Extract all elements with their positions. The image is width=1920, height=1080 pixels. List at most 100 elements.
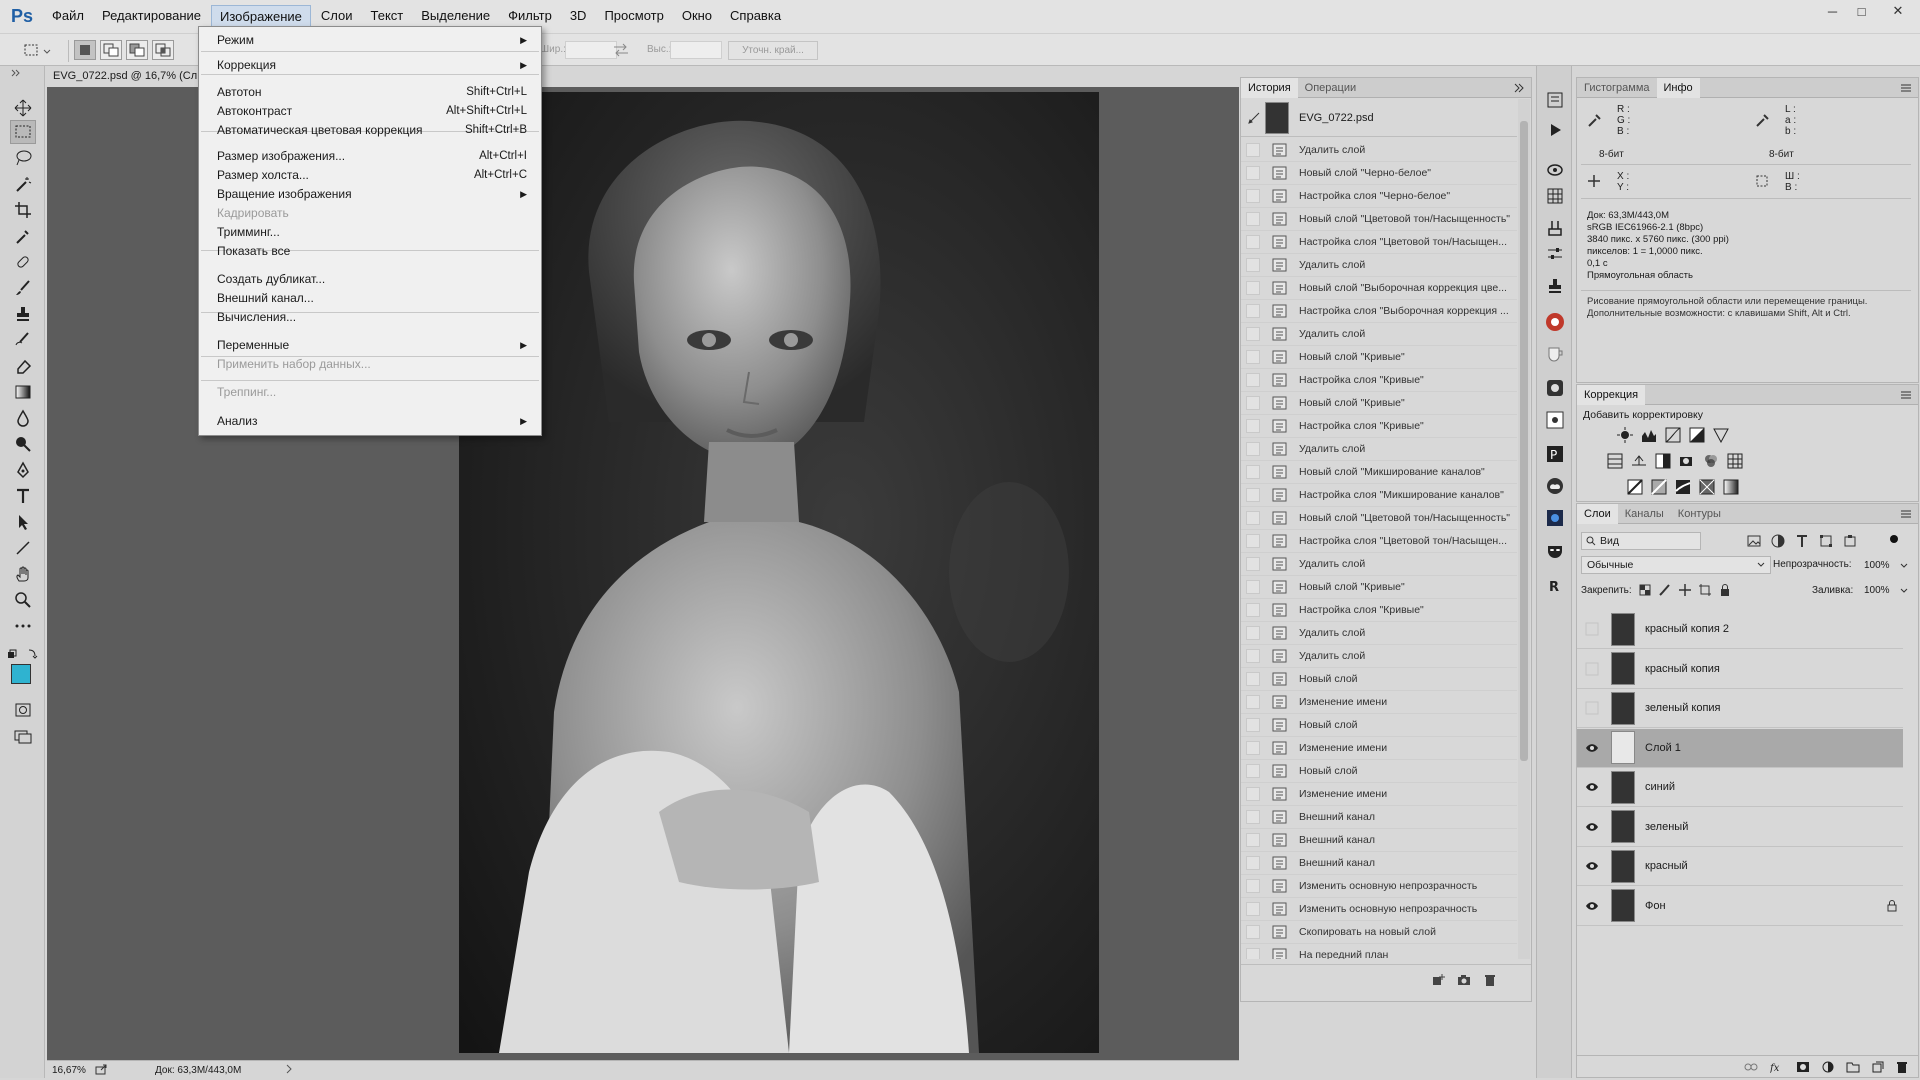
history-item[interactable]: Новый слой "Цветовой тон/Насыщенность" — [1241, 507, 1517, 530]
menu-view[interactable]: Просмотр — [596, 5, 671, 28]
history-item[interactable]: Настройка слоя "Цветовой тон/Насыщен... — [1241, 530, 1517, 553]
3d-panel-icon[interactable] — [1543, 158, 1567, 182]
history-item[interactable]: Удалить слой — [1241, 139, 1517, 162]
history-snapshot[interactable]: EVG_0722.psd — [1241, 99, 1517, 137]
trash-icon[interactable] — [1483, 973, 1497, 987]
lock-transparency-icon[interactable] — [1639, 584, 1651, 596]
color-lookup-icon[interactable] — [1727, 453, 1743, 469]
layer-row[interactable]: синий — [1577, 768, 1903, 807]
layer-name[interactable]: Слой 1 — [1645, 742, 1681, 754]
history-item[interactable]: Внешний канал — [1241, 852, 1517, 875]
exposure-icon[interactable] — [1689, 427, 1705, 443]
menu-type[interactable]: Текст — [363, 5, 412, 28]
history-source-checkbox[interactable] — [1246, 258, 1260, 272]
panel-menu-icon[interactable] — [1900, 390, 1912, 400]
menu-item-7[interactable]: Вращение изображения ▶ — [217, 185, 527, 203]
zoom-tool-icon[interactable] — [10, 588, 36, 612]
panel-menu-icon[interactable] — [1900, 83, 1912, 93]
history-source-checkbox[interactable] — [1246, 396, 1260, 410]
type-tool-icon[interactable] — [10, 484, 36, 508]
menu-layer[interactable]: Слои — [313, 5, 361, 28]
layer-name[interactable]: зеленый копия — [1645, 702, 1721, 714]
history-source-checkbox[interactable] — [1246, 465, 1260, 479]
type-filter-icon[interactable] — [1795, 534, 1809, 548]
history-item[interactable]: Новый слой — [1241, 760, 1517, 783]
layer-row[interactable]: красный копия 2 — [1577, 610, 1903, 649]
history-source-checkbox[interactable] — [1246, 442, 1260, 456]
history-source-checkbox[interactable] — [1246, 373, 1260, 387]
rgb-eyedropper-icon[interactable] — [1587, 112, 1603, 128]
fill-field[interactable]: 100% — [1860, 582, 1912, 599]
visibility-eye-icon[interactable] — [1581, 855, 1603, 877]
healing-brush-tool-icon[interactable] — [10, 250, 36, 274]
swatches-grid-icon[interactable] — [1543, 184, 1567, 208]
tab-histogram[interactable]: Гистограмма — [1577, 78, 1657, 98]
visibility-empty-icon[interactable] — [1581, 697, 1603, 719]
history-source-checkbox[interactable] — [1246, 189, 1260, 203]
plugin-film-icon[interactable]: P — [1543, 442, 1567, 466]
threshold-icon[interactable] — [1675, 479, 1691, 495]
brush-presets-icon[interactable] — [1543, 216, 1567, 240]
menu-window[interactable]: Окно — [674, 5, 720, 28]
camera-snapshot-icon[interactable] — [1457, 973, 1471, 987]
history-source-checkbox[interactable] — [1246, 419, 1260, 433]
history-item[interactable]: Новый слой — [1241, 668, 1517, 691]
layer-row[interactable]: красный — [1577, 847, 1903, 886]
menu-item-2[interactable]: Автотон Shift+Ctrl+L — [217, 83, 527, 101]
history-item[interactable]: Удалить слой — [1241, 553, 1517, 576]
tab-actions[interactable]: Операции — [1298, 78, 1363, 98]
history-source-checkbox[interactable] — [1246, 695, 1260, 709]
marquee-preset-icon[interactable] — [22, 42, 54, 60]
invert-icon[interactable] — [1627, 479, 1643, 495]
width-field[interactable] — [565, 41, 617, 59]
menu-item-11[interactable]: Создать дубликат... — [217, 270, 527, 288]
menu-item-4[interactable]: Автоматическая цветовая коррекция Shift+C… — [217, 121, 527, 139]
history-item[interactable]: Новый слой "Выборочная коррекция цве... — [1241, 277, 1517, 300]
history-source-checkbox[interactable] — [1246, 350, 1260, 364]
curves-icon[interactable] — [1665, 427, 1681, 443]
blend-mode-select[interactable]: Обычные — [1581, 556, 1771, 574]
history-source-checkbox[interactable] — [1246, 879, 1260, 893]
lasso-tool-icon[interactable] — [10, 146, 36, 170]
foreground-color-swatch[interactable] — [11, 664, 31, 684]
rectangular-marquee-tool-icon[interactable] — [10, 120, 36, 144]
history-item[interactable]: Настройка слоя "Микширование каналов" — [1241, 484, 1517, 507]
actions-play-icon[interactable] — [1543, 118, 1567, 142]
history-scrollbar[interactable] — [1518, 99, 1530, 959]
tab-history[interactable]: История — [1241, 77, 1298, 98]
history-source-checkbox[interactable] — [1246, 511, 1260, 525]
height-field[interactable] — [670, 41, 722, 59]
history-source-checkbox[interactable] — [1246, 649, 1260, 663]
lab-eyedropper-icon[interactable] — [1755, 112, 1771, 128]
history-item[interactable]: Скопировать на новый слой — [1241, 921, 1517, 944]
document-photo[interactable] — [459, 92, 1099, 1053]
clone-stamp-tool-icon[interactable] — [10, 302, 36, 326]
history-item[interactable]: Удалить слой — [1241, 645, 1517, 668]
history-item[interactable]: Удалить слой — [1241, 438, 1517, 461]
maximize-button[interactable]: □ — [1847, 0, 1876, 22]
layer-row[interactable]: красный копия — [1577, 650, 1903, 689]
intersect-selection-button[interactable] — [152, 40, 174, 60]
add-selection-button[interactable] — [100, 40, 122, 60]
history-item[interactable]: Новый слой "Кривые" — [1241, 346, 1517, 369]
plugin-mask-icon[interactable] — [1543, 540, 1567, 564]
history-source-checkbox[interactable] — [1246, 534, 1260, 548]
delete-layer-icon[interactable] — [1896, 1061, 1908, 1073]
menu-item-6[interactable]: Размер холста... Alt+Ctrl+C — [217, 166, 527, 184]
document-tab[interactable]: EVG_0722.psd @ 16,7% (Сл — [47, 67, 200, 87]
layer-row[interactable]: Фон — [1577, 887, 1903, 926]
hue-saturation-icon[interactable] — [1607, 453, 1623, 469]
history-item[interactable]: Внешний канал — [1241, 806, 1517, 829]
lock-position-icon[interactable] — [1679, 584, 1691, 596]
history-item[interactable]: Удалить слой — [1241, 254, 1517, 277]
new-group-icon[interactable] — [1846, 1061, 1860, 1073]
history-item[interactable]: Изменить основную непрозрачность — [1241, 898, 1517, 921]
visibility-eye-icon[interactable] — [1581, 895, 1603, 917]
history-source-checkbox[interactable] — [1246, 741, 1260, 755]
layer-name[interactable]: красный копия 2 — [1645, 623, 1729, 635]
eraser-tool-icon[interactable] — [10, 354, 36, 378]
panel-menu-icon[interactable] — [1900, 509, 1912, 519]
history-source-checkbox[interactable] — [1246, 488, 1260, 502]
history-item[interactable]: Новый слой "Черно-белое" — [1241, 162, 1517, 185]
path-selection-tool-icon[interactable] — [10, 510, 36, 534]
